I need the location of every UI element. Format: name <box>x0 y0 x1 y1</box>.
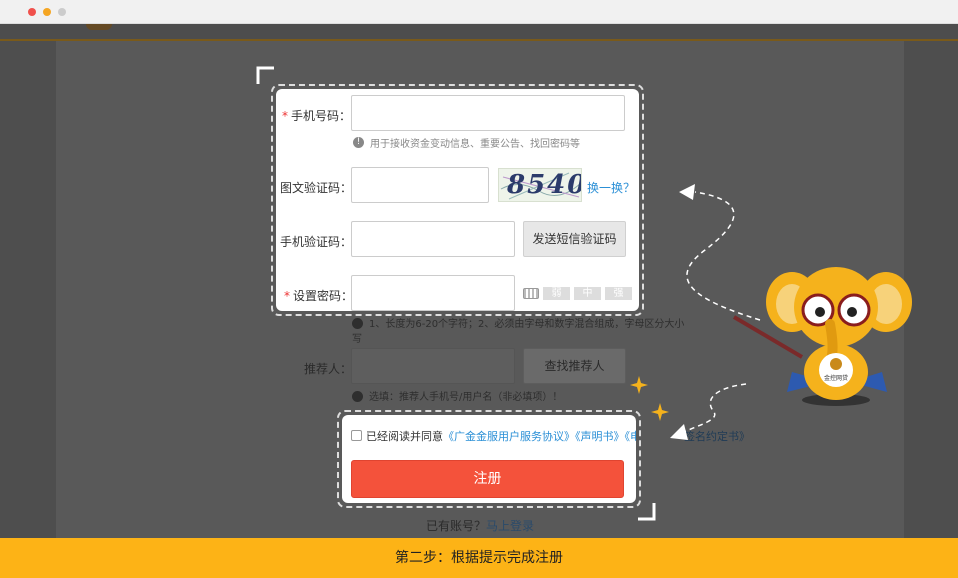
elephant-mascot: 金控网贷 <box>732 267 912 406</box>
form-highlight-panel: * 手机号码： ! 用于接收资金变动信息、重要公告、找回密码等 图文验证码： 854… <box>276 89 639 311</box>
phone-hint: ! 用于接收资金变动信息、重要公告、找回密码等 <box>353 135 580 150</box>
corner-bracket-icon <box>256 66 274 84</box>
header-overlay <box>0 24 958 40</box>
keyboard-icon[interactable] <box>523 288 539 299</box>
password-strength: 弱 中 强 <box>523 287 632 300</box>
step-caption: 第二步：根据提示完成注册 <box>0 538 958 578</box>
sparkle-icon <box>630 376 648 394</box>
referrer-hint: 选填：推荐人手机号/用户名（非必填项）！ <box>352 388 562 403</box>
password-hint: 1、长度为6-20个字符；2、必须由字母和数字混合组成，字母区分大小写 <box>352 318 685 345</box>
minimize-window-icon[interactable] <box>43 8 51 16</box>
captcha-image[interactable]: 8540 <box>498 168 582 202</box>
send-sms-button[interactable]: 发送短信验证码 <box>523 221 626 257</box>
e-signature-link[interactable]: 《电子 <box>625 430 637 443</box>
password-input[interactable] <box>351 275 515 311</box>
password-label: * 设置密码： <box>284 289 354 303</box>
agree-checkbox[interactable] <box>351 430 362 441</box>
window-titlebar <box>0 0 958 24</box>
login-link[interactable]: 马上登录 <box>486 519 534 533</box>
info-icon: ! <box>353 137 364 148</box>
phone-input[interactable] <box>351 95 625 131</box>
sms-code-input[interactable] <box>351 221 515 257</box>
refresh-captcha-link[interactable]: 换一换？ <box>587 179 635 196</box>
statement-link[interactable]: 《声明书》 <box>575 430 625 443</box>
maximize-window-icon[interactable] <box>58 8 66 16</box>
strength-medium: 中 <box>574 287 601 300</box>
mascot-badge: 金控网贷 <box>824 374 848 382</box>
referrer-input[interactable] <box>351 348 515 384</box>
find-referrer-button[interactable]: 查找推荐人 <box>523 348 626 384</box>
register-button[interactable]: 注册 <box>351 460 624 498</box>
captcha-label: 图文验证码： <box>280 181 353 195</box>
close-window-icon[interactable] <box>28 8 36 16</box>
sms-label: 手机验证码： <box>280 235 353 249</box>
login-prompt: 已有账号？马上登录 <box>426 519 535 533</box>
captcha-input[interactable] <box>351 167 489 203</box>
agreement-text: 已经阅读并同意《广金金服用户服务协议》《声明书》《电子 <box>366 428 636 444</box>
strength-weak: 弱 <box>543 287 570 300</box>
phone-label: * 手机号码： <box>282 109 352 123</box>
logo-icon <box>86 24 112 30</box>
submit-highlight-panel: 已经阅读并同意《广金金服用户服务协议》《声明书》《电子 注册 <box>342 415 636 503</box>
referrer-label: 推荐人： <box>304 362 353 376</box>
corner-bracket-icon <box>638 503 656 521</box>
service-agreement-link[interactable]: 《广金金服用户服务协议》 <box>443 430 575 443</box>
strength-strong: 强 <box>605 287 632 300</box>
